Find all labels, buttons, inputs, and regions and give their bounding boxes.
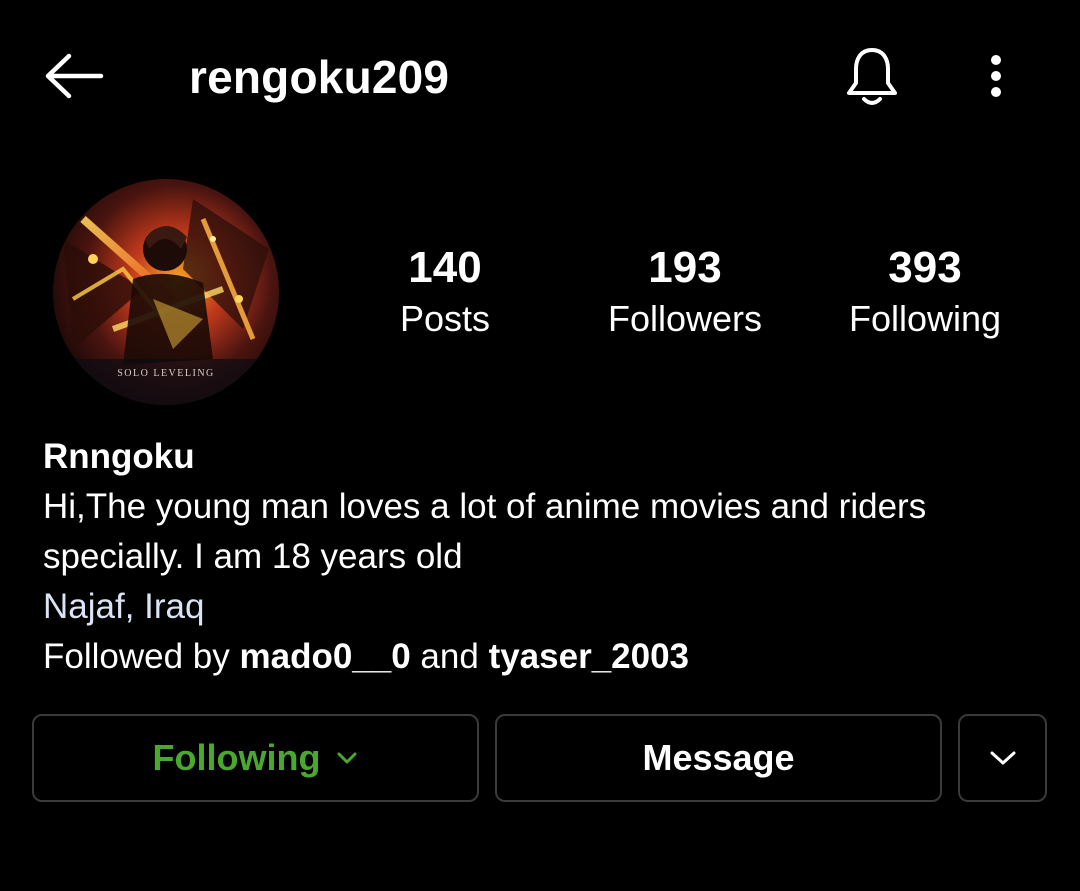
chevron-down-icon [336, 751, 358, 765]
bell-icon [847, 48, 897, 105]
following-button-label: Following [152, 737, 321, 778]
profile-username: rengoku209 [189, 51, 450, 103]
message-button[interactable]: Message [495, 714, 942, 802]
more-vertical-icon [991, 55, 1001, 97]
followers-count-label: Followers [607, 298, 763, 339]
profile-location-link[interactable]: Najaf, Iraq [43, 582, 1053, 632]
followed-by-user[interactable]: mado0__0 [239, 637, 410, 676]
notifications-button[interactable] [838, 40, 906, 112]
followed-by-conjunction: and [410, 637, 489, 676]
posts-count-value: 140 [408, 243, 482, 292]
posts-count-label: Posts [399, 298, 491, 339]
followers-count[interactable]: 193 Followers [575, 240, 795, 342]
profile-bio-text: Hi,The young man loves a lot of anime mo… [43, 487, 927, 576]
following-count-value: 393 [888, 243, 962, 292]
profile-bio-section: Rnngoku Hi,The young man loves a lot of … [43, 432, 1053, 682]
profile-display-name: Rnngoku [43, 437, 195, 476]
posts-count[interactable]: 140 Posts [335, 240, 555, 342]
back-button[interactable] [36, 44, 112, 108]
followers-count-value: 193 [648, 243, 722, 292]
following-button[interactable]: Following [32, 714, 479, 802]
followed-by-user[interactable]: tyaser_2003 [489, 637, 689, 676]
following-count-label: Following [848, 298, 1002, 339]
followed-by-line[interactable]: Followed by mado0__0 and tyaser_2003 [43, 632, 1053, 682]
avatar-image: SOLO LEVELING [53, 179, 279, 405]
more-options-button[interactable] [966, 44, 1026, 108]
chevron-down-icon [990, 751, 1015, 765]
avatar-caption: SOLO LEVELING [117, 368, 215, 379]
followed-by-prefix: Followed by [43, 637, 240, 676]
profile-avatar[interactable]: SOLO LEVELING [53, 179, 279, 405]
message-button-label: Message [642, 737, 795, 778]
arrow-left-icon [45, 53, 104, 99]
following-count[interactable]: 393 Following [815, 240, 1035, 342]
suggested-accounts-button[interactable] [958, 714, 1047, 802]
